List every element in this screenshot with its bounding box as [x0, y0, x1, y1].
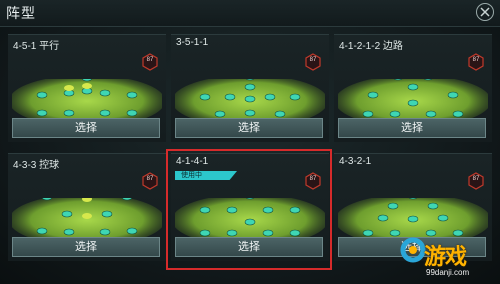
select-button[interactable]: 选择 — [175, 118, 323, 138]
select-button[interactable]: 选择 — [12, 237, 160, 257]
formation-name: 4-3-3 控球 — [13, 160, 60, 171]
formation-name: 4-1-2-1-2 边路 — [339, 41, 403, 52]
close-icon — [480, 7, 490, 17]
formation-card[interactable]: 4-1-2-1-2 边路 87 选择 — [334, 34, 492, 142]
formation-card[interactable]: 4-5-1 平行 87 选择 — [8, 34, 166, 142]
watermark-brand: 游戏 — [424, 245, 467, 270]
rating-badge: 87 — [142, 172, 158, 190]
formation-name: 4-3-2-1 — [339, 156, 372, 167]
rating-badge: 87 — [468, 53, 484, 71]
rating-value: 87 — [472, 57, 480, 63]
title-bar: 阵型 — [0, 0, 500, 27]
formation-name: 3-5-1-1 — [176, 37, 209, 48]
formation-name: 4-5-1 平行 — [13, 41, 60, 52]
pitch-diagram — [338, 79, 488, 119]
formation-card[interactable]: 3-5-1-1 87 选择 — [171, 34, 329, 142]
rating-badge: 87 — [305, 53, 321, 71]
select-button[interactable]: 选择 — [338, 118, 486, 138]
rating-value: 87 — [146, 57, 154, 63]
rating-value: 87 — [146, 176, 154, 182]
close-button[interactable] — [476, 3, 494, 21]
watermark-url: 99danji.com — [426, 268, 470, 277]
formation-card[interactable]: 4-3-3 控球 87 选择 — [8, 153, 166, 261]
pitch-diagram — [12, 79, 162, 119]
pitch-diagram — [175, 79, 325, 119]
pitch-diagram — [338, 198, 488, 238]
rating-value: 87 — [309, 57, 317, 63]
rating-badge: 87 — [468, 172, 484, 190]
selection-highlight — [166, 149, 332, 270]
rating-badge: 87 — [142, 53, 158, 71]
rating-value: 87 — [472, 176, 480, 182]
page-title: 阵型 — [6, 6, 36, 22]
select-button[interactable]: 选择 — [12, 118, 160, 138]
watermark: 游戏 99danji.com — [400, 236, 496, 282]
pitch-diagram — [12, 198, 162, 238]
